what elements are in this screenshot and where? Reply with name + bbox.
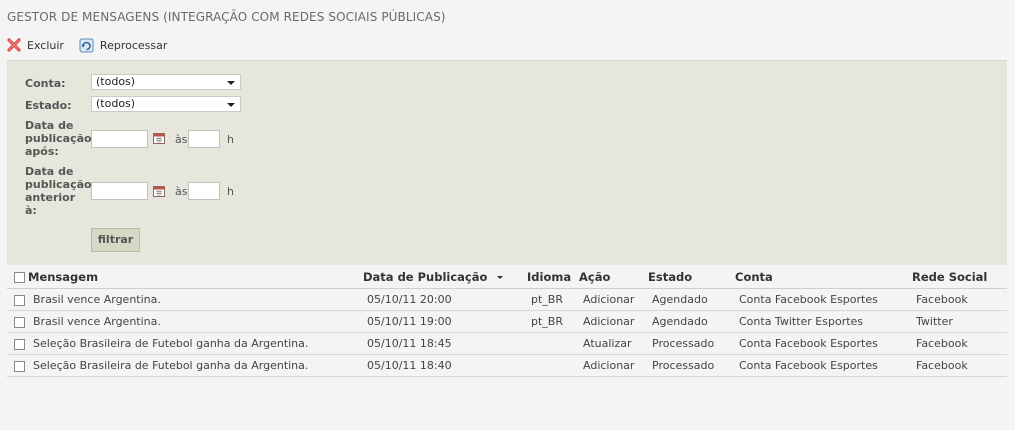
message-cell: Brasil vence Argentina. xyxy=(33,315,161,328)
state-cell: Agendado xyxy=(648,288,735,311)
action-cell: Adicionar xyxy=(579,288,648,311)
date-after-input[interactable] xyxy=(91,130,148,148)
state-cell: Processado xyxy=(648,354,735,377)
table-row[interactable]: Brasil vence Argentina. 05/10/11 20:00 p… xyxy=(7,288,1007,311)
row-checkbox[interactable] xyxy=(14,360,25,372)
messages-table: Mensagem Data de Publicação Idioma Ação … xyxy=(7,265,1007,377)
account-cell: Conta Facebook Esportes xyxy=(735,332,912,355)
filter-panel: Conta: (todos) Estado: (todos) Data de p… xyxy=(7,60,1007,265)
chevron-down-icon xyxy=(227,81,235,85)
header-action: Ação xyxy=(579,265,648,289)
network-cell: Facebook xyxy=(912,354,1007,377)
language-cell xyxy=(527,332,579,355)
language-cell: pt_BR xyxy=(527,310,579,333)
state-filter-label: Estado: xyxy=(25,99,72,112)
at-label: às xyxy=(175,133,188,146)
message-cell: Brasil vence Argentina. xyxy=(33,293,161,306)
account-cell: Conta Facebook Esportes xyxy=(735,288,912,311)
hour-after-input[interactable] xyxy=(188,130,220,148)
date-cell: 05/10/11 19:00 xyxy=(363,310,527,333)
toolbar: Excluir Reprocessar xyxy=(7,37,182,53)
header-account: Conta xyxy=(735,265,912,289)
account-filter-label: Conta: xyxy=(25,77,66,90)
date-after-label: Data de publicação após: xyxy=(25,119,92,158)
row-checkbox[interactable] xyxy=(14,316,25,328)
message-cell: Seleção Brasileira de Futebol ganha da A… xyxy=(33,359,309,372)
sort-desc-icon xyxy=(497,275,504,279)
account-select[interactable]: (todos) xyxy=(91,74,241,90)
date-before-label: Data de publicação anterior à: xyxy=(25,165,92,217)
hour-before-input[interactable] xyxy=(188,182,220,200)
row-checkbox[interactable] xyxy=(14,338,25,350)
date-cell: 05/10/11 18:40 xyxy=(363,354,527,377)
table-row[interactable]: Seleção Brasileira de Futebol ganha da A… xyxy=(7,354,1007,377)
date-before-input[interactable] xyxy=(91,182,148,200)
network-cell: Twitter xyxy=(912,310,1007,333)
action-cell: Adicionar xyxy=(579,354,648,377)
reprocess-icon xyxy=(79,38,94,52)
language-cell xyxy=(527,354,579,377)
table-row[interactable]: Seleção Brasileira de Futebol ganha da A… xyxy=(7,332,1007,355)
page-title: GESTOR DE MENSAGENS (INTEGRAÇÃO COM REDE… xyxy=(7,10,446,24)
calendar-icon[interactable] xyxy=(153,185,165,197)
account-select-value: (todos) xyxy=(96,75,136,88)
header-message: Mensagem xyxy=(7,265,363,289)
account-cell: Conta Twitter Esportes xyxy=(735,310,912,333)
calendar-icon[interactable] xyxy=(153,132,165,144)
action-cell: Atualizar xyxy=(579,332,648,355)
filter-button[interactable]: filtrar xyxy=(91,228,140,252)
state-select-value: (todos) xyxy=(96,97,136,110)
language-cell: pt_BR xyxy=(527,288,579,311)
delete-button[interactable]: Excluir xyxy=(7,38,64,52)
row-checkbox[interactable] xyxy=(14,294,25,306)
delete-x-icon xyxy=(7,38,21,52)
state-select[interactable]: (todos) xyxy=(91,96,241,112)
state-cell: Agendado xyxy=(648,310,735,333)
date-cell: 05/10/11 18:45 xyxy=(363,332,527,355)
action-cell: Adicionar xyxy=(579,310,648,333)
network-cell: Facebook xyxy=(912,332,1007,355)
delete-label: Excluir xyxy=(27,38,64,52)
date-cell: 05/10/11 20:00 xyxy=(363,288,527,311)
hour-unit-label: h xyxy=(227,133,234,146)
hour-unit-label: h xyxy=(227,185,234,198)
message-cell: Seleção Brasileira de Futebol ganha da A… xyxy=(33,337,309,350)
header-date[interactable]: Data de Publicação xyxy=(363,265,527,289)
reprocess-button[interactable]: Reprocessar xyxy=(79,38,167,53)
network-cell: Facebook xyxy=(912,288,1007,311)
at-label: às xyxy=(175,185,188,198)
state-cell: Processado xyxy=(648,332,735,355)
table-row[interactable]: Brasil vence Argentina. 05/10/11 19:00 p… xyxy=(7,310,1007,333)
select-all-checkbox[interactable] xyxy=(14,271,25,283)
account-cell: Conta Facebook Esportes xyxy=(735,354,912,377)
reprocess-label: Reprocessar xyxy=(99,38,168,52)
table-header-row: Mensagem Data de Publicação Idioma Ação … xyxy=(7,265,1007,289)
header-network: Rede Social xyxy=(912,265,1007,289)
header-language: Idioma xyxy=(527,265,579,289)
chevron-down-icon xyxy=(227,103,235,107)
header-state: Estado xyxy=(648,265,735,289)
